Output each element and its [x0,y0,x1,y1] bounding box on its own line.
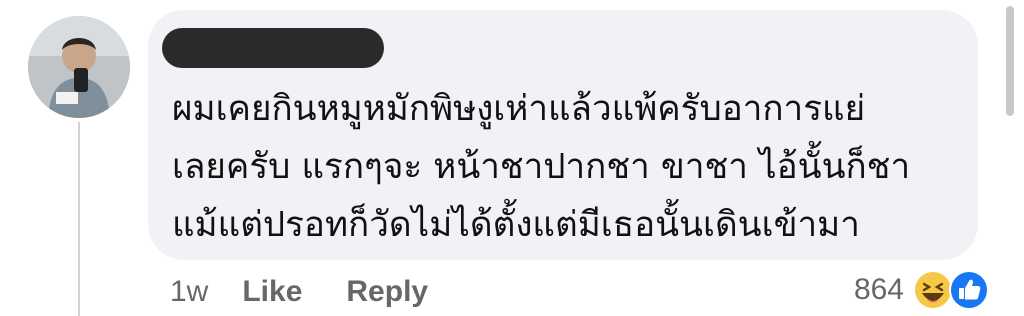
thread-line [78,122,80,316]
redacted-author-name [162,28,384,68]
comment-line: เลยครับ แรกๆจะ หน้าชาปากชา ขาชา ไอ้นั้นก… [172,147,911,187]
scrollbar[interactable] [1006,6,1014,116]
reaction-count: 864 [853,273,904,306]
comment-actions: 1w Like Reply [170,272,472,312]
comment-timestamp[interactable]: 1w [170,275,208,309]
reply-button[interactable]: Reply [346,275,428,309]
reaction-summary[interactable]: 864 [854,266,996,314]
avatar[interactable] [28,16,130,118]
like-icon [949,270,989,310]
like-button[interactable]: Like [242,275,302,309]
reaction-icons [912,267,996,313]
comment-line: ผมเคยกินหมูหมักพิษงูเห่าแล้วแพ้ครับอาการ… [172,89,866,129]
comment-text: ผมเคยกินหมูหมักพิษงูเห่าแล้วแพ้ครับอาการ… [172,80,962,254]
comment-line: แม้แต่ปรอทก็วัดไม่ได้ตั้งแต่มีเธอนั้นเดิ… [172,205,860,245]
